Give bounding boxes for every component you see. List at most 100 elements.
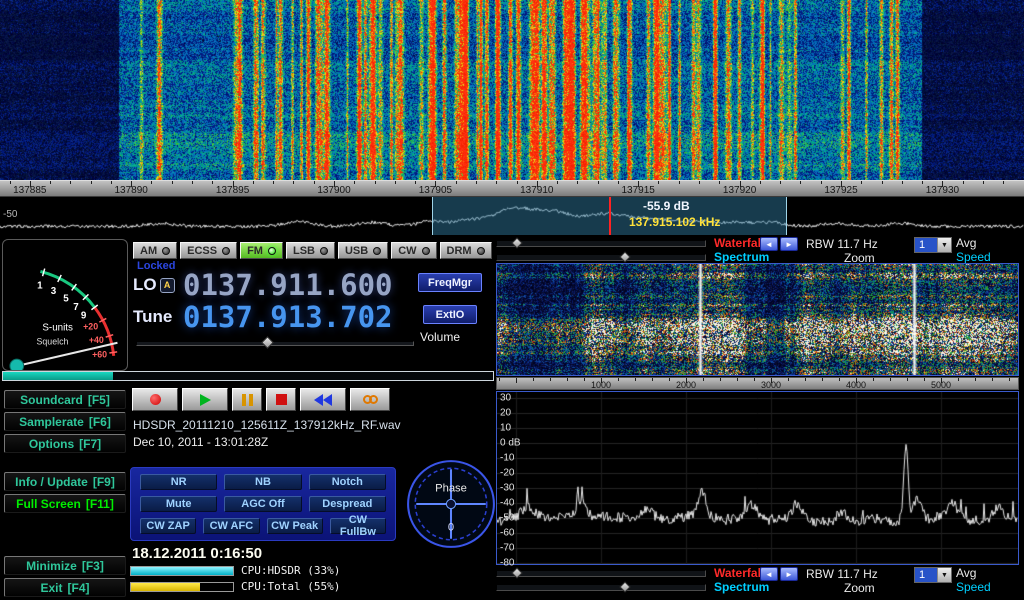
mode-led-icon [222,247,230,255]
menu-button-full-screen[interactable]: Full Screen[F11] [4,494,126,513]
menu-button-info-update[interactable]: Info / Update [F9] [4,472,126,491]
mode-led-icon [268,247,276,255]
menu-button-fkey: [F7] [79,437,101,451]
db-tick-label: -10 [500,453,514,464]
waterfall-label: Waterfall [714,566,764,580]
menu-button-fkey: [F4] [68,581,90,595]
audio-spectrum-display[interactable]: 3020100 dB-10-20-30-40-50-60-70-80 [496,391,1019,565]
pause-button[interactable] [232,388,262,411]
mode-button-usb[interactable]: USB [338,242,388,259]
scale-tick [737,378,738,381]
zoom-waterfall-display[interactable] [496,263,1019,376]
mode-led-icon [373,247,381,255]
rewind-button[interactable] [300,388,346,411]
menu-button-minimize[interactable]: Minimize[F3] [4,556,126,575]
scroll-right-button[interactable]: ► [780,237,798,251]
waterfall-scroll-buttons: ◄► [760,237,798,251]
scale-tick [635,378,636,381]
menu-button-fkey: [F9] [93,475,115,489]
buffer-bar [130,566,234,576]
volume-thumb[interactable] [261,336,274,349]
mode-button-cw[interactable]: CW [391,242,436,259]
dsp-button-despread[interactable]: Despread [309,496,386,512]
loop-icon [363,395,378,404]
spectrum-label: Spectrum [714,580,769,594]
dsp-button-cw-peak[interactable]: CW Peak [267,518,323,534]
db-tick-label: -30 [500,483,514,494]
tune-frequency-value[interactable]: 0137.913.702 [183,300,393,334]
dsp-button-cw-afc[interactable]: CW AFC [203,518,259,534]
menu-button-samplerate[interactable]: Samplerate[F6] [4,412,126,431]
dsp-button-cw-zap[interactable]: CW ZAP [140,518,196,534]
rbw-label: RBW 11.7 Hz [806,567,878,581]
freqmgr-button[interactable]: FreqMgr [418,273,482,292]
scale-tick [652,378,653,381]
main-waterfall-display[interactable] [0,0,1024,180]
zoom-waterfall-canvas [497,264,1018,375]
play-button[interactable] [182,388,228,411]
speed-select[interactable]: 1▼ [914,237,952,253]
avg-label: Avg [956,236,976,250]
db-tick-label: 10 [500,423,511,434]
spectrum-slider-thumb[interactable] [619,581,630,592]
dsp-button-mute[interactable]: Mute [140,496,217,512]
scale-tick [314,181,315,184]
dsp-button-nb[interactable]: NB [224,474,301,490]
scale-tick [111,181,112,184]
extio-button[interactable]: ExtIO [423,305,477,324]
menu-button-label: Info / Update [15,475,88,489]
lo-lock-badge[interactable]: A [160,278,175,293]
overview-spectrum[interactable]: -50 -55.9 dB 137.915.102 kHz [0,197,1024,235]
scale-tick [456,181,457,184]
waterfall-adjust-slider[interactable] [496,240,706,247]
mode-button-lsb[interactable]: LSB [286,242,335,259]
db-tick-label: -60 [500,528,514,539]
menu-button-soundcard[interactable]: Soundcard[F5] [4,390,126,409]
lo-frequency-value[interactable]: 0137.911.600 [183,268,393,302]
mode-button-am[interactable]: AM [133,242,177,259]
dsp-button-notch[interactable]: Notch [309,474,386,490]
volume-track [136,341,414,346]
waterfall-slider-thumb[interactable] [511,237,522,248]
stop-button[interactable] [266,388,296,411]
scale-tick [212,181,213,184]
dsp-button-cw-fullbw[interactable]: CW FullBw [330,518,386,534]
mode-label: DRM [447,245,472,257]
squelch-level-slider[interactable] [2,371,494,381]
frequency-scale[interactable]: 1378851378901378951379001379051379101379… [0,180,1024,197]
scroll-right-button[interactable]: ► [780,567,798,581]
squelch-knob[interactable] [10,359,24,370]
scroll-left-button[interactable]: ◄ [760,237,778,251]
spectrum-adjust-slider[interactable] [496,254,706,261]
scale-tick [805,378,806,381]
spectrum-adjust-slider[interactable] [496,584,706,591]
dropdown-arrow-icon[interactable]: ▼ [937,568,951,582]
menu-button-label: Full Screen [16,497,81,511]
menu-button-exit[interactable]: Exit[F4] [4,578,126,597]
speed-select[interactable]: 1▼ [914,567,952,583]
wf-scale-label: 5000 [931,380,951,390]
play-icon [200,394,211,406]
mode-led-icon [320,247,328,255]
loop-button[interactable] [350,388,390,411]
scale-tick [10,181,11,184]
dsp-button-agc-off[interactable]: AGC Off [224,496,301,512]
stop-icon [276,394,287,405]
menu-button-options[interactable]: Options [F7] [4,434,126,453]
dsp-button-nr[interactable]: NR [140,474,217,490]
smeter-scale-label: +60 [92,349,107,359]
waterfall-slider-thumb[interactable] [511,567,522,578]
mode-button-ecss[interactable]: ECSS [180,242,237,259]
freq-tick-label: 137905 [419,185,452,196]
menu-button-label: Options [29,437,74,451]
volume-slider[interactable] [136,338,414,349]
menu-button-fkey: [F6] [89,415,111,429]
mode-button-drm[interactable]: DRM [440,242,492,259]
dropdown-arrow-icon[interactable]: ▼ [937,238,951,252]
scroll-left-button[interactable]: ◄ [760,567,778,581]
mode-button-fm[interactable]: FM [240,242,283,259]
scale-tick [839,378,840,381]
spectrum-slider-thumb[interactable] [619,251,630,262]
record-button[interactable] [132,388,178,411]
waterfall-adjust-slider[interactable] [496,570,706,577]
